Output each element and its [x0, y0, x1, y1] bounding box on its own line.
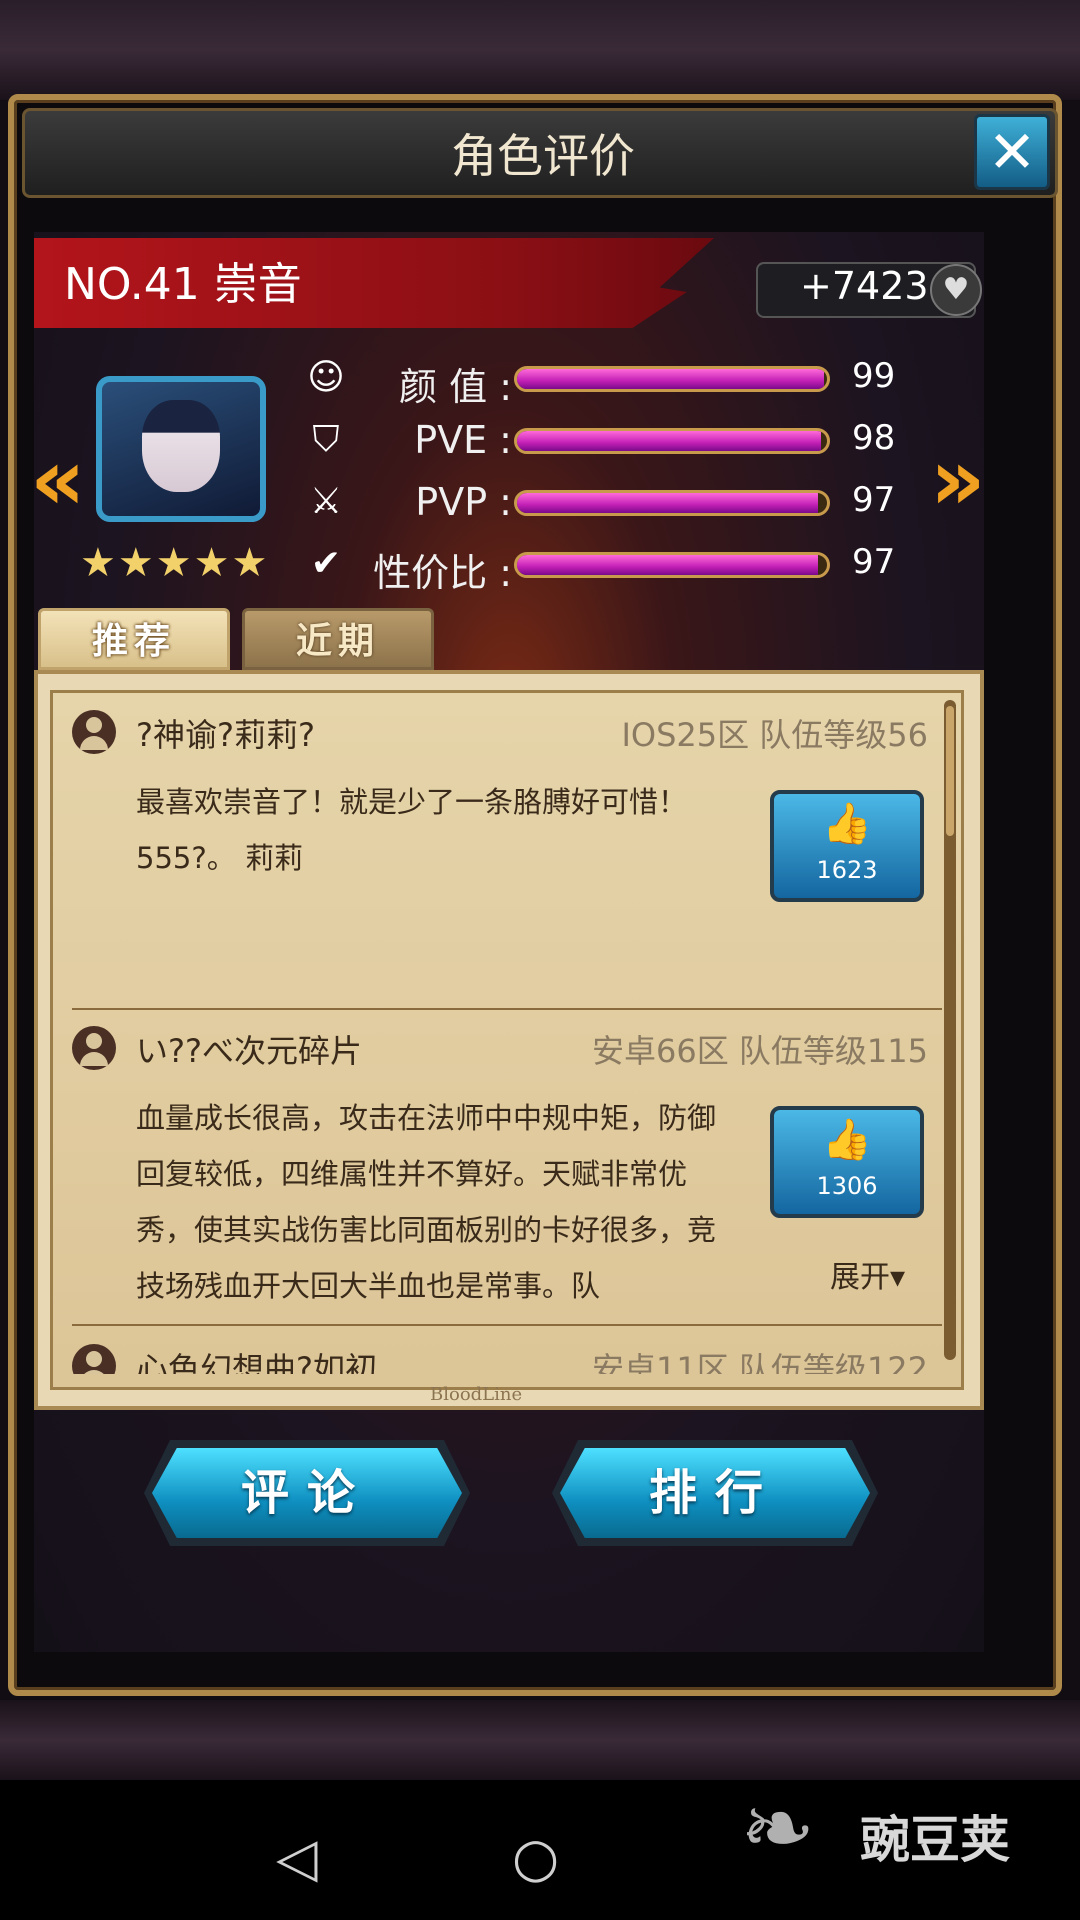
thumbs-up-icon: 👍 [822, 801, 872, 847]
scrollbar-thumb[interactable] [946, 706, 954, 836]
stat-label: PVE : [414, 418, 512, 462]
review-divider [72, 1324, 942, 1326]
review-item: 心色幻想曲?如初 安卓11区 队伍等级122 [70, 1344, 930, 1374]
stat-row-pvp: ⚔ PVP : 97 [306, 474, 906, 530]
crossed-swords-icon: ⚔ [309, 481, 343, 522]
title-bar: 角色评价 [22, 108, 1058, 198]
stat-row-pve: ⛉ PVE : 98 [306, 412, 906, 468]
stat-fill [517, 555, 818, 575]
smile-icon: ☺ [307, 357, 345, 398]
board-footer-logo: BloodLine [430, 1384, 523, 1405]
stat-row-looks: ☺ 颜 值 : 99 [306, 350, 906, 409]
home-icon[interactable]: ○ [512, 1826, 559, 1889]
review-divider [72, 1008, 942, 1010]
user-avatar-icon [72, 1026, 116, 1070]
stat-label: 颜 值 : [399, 365, 512, 409]
review-username: ?神谕?莉莉? [136, 716, 315, 754]
review-server-level: IOS25区 队伍等级56 [621, 716, 928, 754]
character-name: NO.41 崇音 [64, 259, 302, 310]
review-item: い??べ次元碎片 安卓66区 队伍等级115 血量成长很高，攻击在法师中中规中矩… [70, 1026, 930, 1316]
stat-value: 98 [852, 418, 896, 458]
stat-fill [517, 493, 818, 513]
close-button[interactable]: ✕ [974, 114, 1050, 190]
like-count: 1623 [816, 856, 878, 884]
stat-label: PVP : [415, 480, 512, 524]
comment-button[interactable]: 评论 [152, 1448, 462, 1538]
rank-button[interactable]: 排行 [560, 1448, 870, 1538]
review-username: い??べ次元碎片 [136, 1032, 362, 1070]
like-button[interactable]: 👍 1306 [770, 1106, 924, 1218]
likes-count: +7423 [800, 264, 929, 308]
watermark-logo-icon: ❧ [740, 1776, 816, 1881]
review-item: ?神谕?莉莉? IOS25区 队伍等级56 最喜欢崇音了！就是少了一条胳膊好可惜… [70, 710, 930, 1000]
back-icon[interactable]: ◁ [276, 1826, 318, 1889]
star-rating: ★★★★★ [80, 540, 270, 586]
like-count: 1306 [816, 1172, 878, 1200]
stat-value: 97 [852, 542, 896, 582]
stat-row-value: ✔ 性价比 : 97 [306, 536, 906, 595]
stat-bar [514, 490, 830, 516]
expand-button[interactable]: 展开▾ [830, 1252, 905, 1296]
prev-character-arrow[interactable]: « [30, 430, 86, 530]
stat-label: 性价比 : [373, 551, 512, 595]
next-character-arrow[interactable]: » [930, 430, 986, 530]
like-button[interactable]: 👍 1623 [770, 790, 924, 902]
review-text: 最喜欢崇音了！就是少了一条胳膊好可惜！555?。 莉莉 [136, 785, 688, 875]
bottom-ornament [0, 1700, 1080, 1780]
review-text: 血量成长很高，攻击在法师中中规中矩，防御回复较低，四维属性并不算好。天赋非常优秀… [136, 1101, 717, 1303]
review-server-level: 安卓11区 队伍等级122 [592, 1350, 928, 1374]
stat-value: 99 [852, 356, 896, 396]
top-ornament [0, 0, 1080, 100]
review-server-level: 安卓66区 队伍等级115 [592, 1032, 928, 1070]
character-portrait [96, 376, 266, 522]
stat-value: 97 [852, 480, 896, 520]
portrait-figure [142, 400, 220, 492]
stat-bar [514, 552, 830, 578]
heart-icon[interactable]: ♥ [930, 264, 982, 316]
check-icon: ✔ [310, 543, 342, 584]
dialog-title: 角色评价 [451, 129, 635, 183]
stat-fill [517, 431, 821, 451]
review-username: 心色幻想曲?如初 [136, 1350, 377, 1374]
bookmark-icon: ⛉ [312, 419, 340, 460]
user-avatar-icon [72, 710, 116, 754]
stat-fill [517, 369, 824, 389]
stat-bar [514, 366, 830, 392]
tab-recent[interactable]: 近期 [242, 608, 434, 670]
thumbs-up-icon: 👍 [822, 1117, 872, 1163]
close-icon: ✕ [987, 118, 1037, 186]
watermark-text: 豌豆荚 [860, 1811, 1010, 1869]
stat-bar [514, 428, 830, 454]
user-avatar-icon [72, 1344, 116, 1374]
tab-recommended[interactable]: 推荐 [38, 608, 230, 670]
